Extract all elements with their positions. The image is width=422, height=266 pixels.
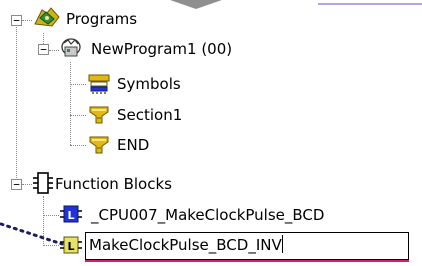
top-edge-accent: [318, 3, 422, 5]
end-label[interactable]: END: [117, 136, 149, 154]
rename-input[interactable]: MakeClockPulse_BCD_INV: [85, 232, 409, 260]
top-edge-shape: [170, 0, 222, 9]
text-caret: [281, 235, 283, 253]
function-blocks-collapse-button[interactable]: −: [11, 179, 22, 190]
tree-line: [49, 50, 59, 51]
svg-text:L: L: [67, 240, 74, 253]
symbols-table-icon: [87, 73, 111, 99]
tree-line: [70, 84, 86, 85]
tree-line: [70, 62, 71, 145]
tree-line: [16, 24, 17, 184]
tree-line: [43, 215, 59, 216]
fb-cpu007-label[interactable]: _CPU007_MakeClockPulse_BCD: [91, 206, 324, 224]
rename-underline: [85, 260, 409, 262]
rename-input-value: MakeClockPulse_BCD_INV: [89, 236, 282, 254]
ladder-section-icon: [87, 104, 111, 130]
fb-ladder-icon: L: [60, 234, 82, 260]
tree-line: [22, 184, 32, 185]
new-program-label[interactable]: NewProgram1 (00): [91, 40, 232, 58]
symbols-label[interactable]: Symbols: [117, 75, 181, 93]
new-program-collapse-button[interactable]: −: [38, 44, 49, 55]
tree-line: [70, 145, 86, 146]
section1-label[interactable]: Section1: [117, 106, 182, 124]
programs-folder-icon: [32, 5, 62, 33]
ladder-section-icon: [87, 134, 111, 160]
programs-collapse-button[interactable]: −: [11, 15, 22, 26]
svg-text:L: L: [67, 209, 74, 222]
programs-label[interactable]: Programs: [66, 10, 137, 28]
program-task-icon: [59, 35, 85, 63]
fb-library-icon: L: [60, 203, 82, 229]
function-blocks-label[interactable]: Function Blocks: [55, 175, 172, 193]
tree-line: [70, 115, 86, 116]
tree-line: [22, 20, 32, 21]
function-blocks-icon: [32, 171, 54, 199]
